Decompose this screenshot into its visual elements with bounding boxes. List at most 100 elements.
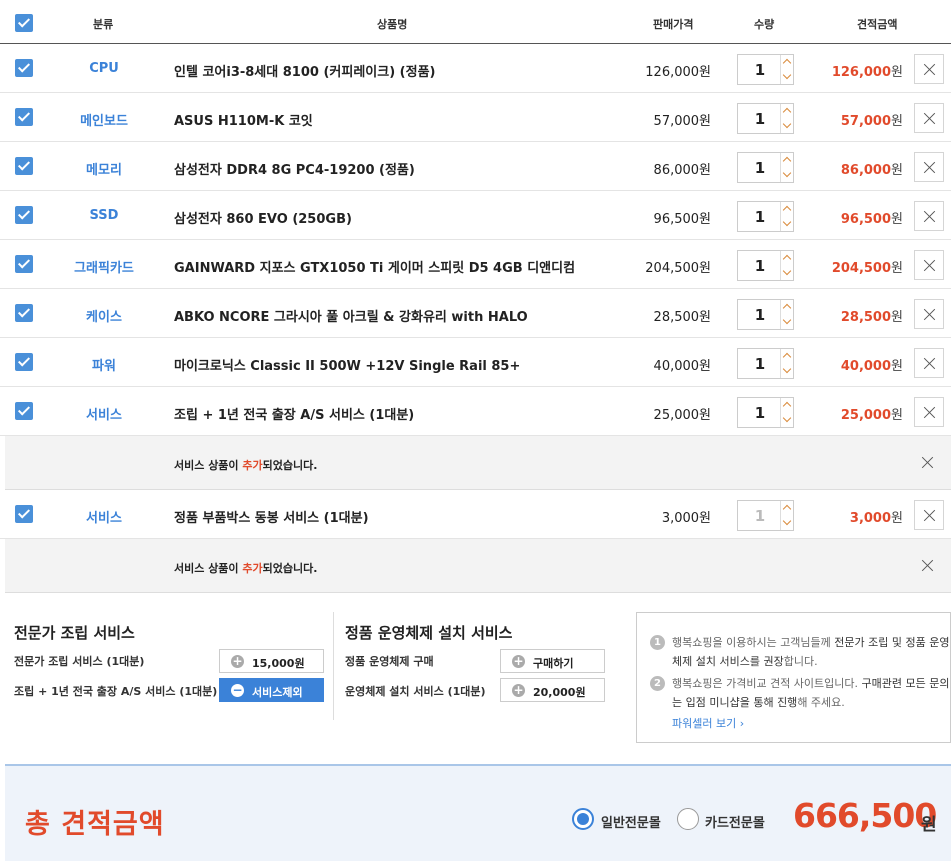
row-total: 204,500원: [831, 261, 903, 276]
general-mall-radio[interactable]: [572, 808, 594, 830]
quantity-stepper[interactable]: 1: [737, 397, 794, 428]
total-label: 총 견적금액: [25, 809, 165, 840]
os-purchase-label: 정품 운영체제 구매: [345, 655, 434, 668]
quantity-stepper[interactable]: 1: [737, 54, 794, 85]
row-product-name[interactable]: GAINWARD 지포스 GTX1050 Ti 게이머 스피릿 D5 4GB 디…: [174, 257, 575, 276]
row-checkbox[interactable]: [15, 304, 33, 322]
buy-os-button[interactable]: + 구매하기: [500, 649, 605, 673]
remove-button[interactable]: [914, 201, 944, 231]
increase-icon[interactable]: [782, 156, 792, 166]
table-row: 케이스 ABKO NCORE 그라시아 풀 아크릴 & 강화유리 with HA…: [0, 289, 951, 338]
row-category: 서비스: [86, 408, 122, 423]
power-seller-link[interactable]: 파워셀러 보기 ›: [672, 715, 744, 731]
decrease-icon[interactable]: [782, 119, 792, 129]
increase-icon[interactable]: [782, 401, 792, 411]
decrease-icon[interactable]: [782, 315, 792, 325]
increase-icon[interactable]: [782, 58, 792, 68]
quantity-value[interactable]: 1: [738, 306, 782, 324]
increase-icon[interactable]: [782, 352, 792, 362]
quantity-value[interactable]: 1: [738, 208, 782, 226]
card-mall-radio[interactable]: [677, 808, 699, 830]
row-total: 126,000원: [831, 65, 903, 80]
row-checkbox[interactable]: [15, 157, 33, 175]
add-assembly-button[interactable]: +15,000원: [219, 649, 324, 673]
quantity-value[interactable]: 1: [738, 355, 782, 373]
plus-icon: +: [231, 654, 244, 668]
quantity-stepper[interactable]: 1: [737, 103, 794, 134]
decrease-icon[interactable]: [782, 217, 792, 227]
decrease-icon[interactable]: [782, 413, 792, 423]
increase-icon[interactable]: [782, 254, 792, 264]
close-icon[interactable]: [920, 558, 936, 574]
quantity-stepper[interactable]: 1: [737, 201, 794, 232]
quantity-stepper[interactable]: 1: [737, 152, 794, 183]
quantity-value[interactable]: 1: [738, 257, 782, 275]
row-checkbox[interactable]: [15, 255, 33, 273]
remove-button[interactable]: [914, 348, 944, 378]
info-box: 1 행복쇼핑을 이용하시는 고객님들께 전문가 조립 및 정품 운영체제 설치 …: [636, 612, 951, 743]
remove-button[interactable]: [914, 152, 944, 182]
row-product-name[interactable]: 인텔 코어i3-8세대 8100 (커피레이크) (정품): [174, 61, 435, 80]
remove-button[interactable]: [914, 103, 944, 133]
decrease-icon[interactable]: [782, 70, 792, 80]
close-icon[interactable]: [920, 455, 936, 471]
row-checkbox[interactable]: [15, 402, 33, 420]
row-price: 204,500원: [645, 261, 711, 276]
row-checkbox[interactable]: [15, 59, 33, 77]
remove-button[interactable]: [914, 299, 944, 329]
remove-button[interactable]: [914, 500, 944, 530]
quantity-stepper[interactable]: 1: [737, 348, 794, 379]
decrease-icon[interactable]: [782, 168, 792, 178]
service-added-notice: 서비스 상품이 추가되었습니다.: [5, 539, 951, 593]
increase-icon[interactable]: [782, 303, 792, 313]
decrease-icon[interactable]: [782, 516, 792, 526]
quantity-stepper[interactable]: 1: [737, 500, 794, 531]
assembly-service-title: 전문가 조립 서비스: [14, 624, 135, 642]
row-price: 86,000원: [653, 163, 711, 178]
notice-message: 서비스 상품이 추가되었습니다.: [174, 459, 318, 472]
card-mall-label[interactable]: 카드전문몰: [705, 812, 765, 831]
decrease-icon[interactable]: [782, 364, 792, 374]
increase-icon[interactable]: [782, 504, 792, 514]
row-price: 25,000원: [653, 408, 711, 423]
row-category: CPU: [89, 61, 119, 76]
add-os-install-button[interactable]: +20,000원: [500, 678, 605, 702]
row-checkbox[interactable]: [15, 206, 33, 224]
exclude-service-button[interactable]: − 서비스제외: [219, 678, 324, 702]
row-product-name[interactable]: ASUS H110M-K 코잇: [174, 110, 313, 129]
row-checkbox[interactable]: [15, 108, 33, 126]
decrease-icon[interactable]: [782, 266, 792, 276]
quantity-value[interactable]: 1: [738, 110, 782, 128]
remove-button[interactable]: [914, 250, 944, 280]
row-product-name[interactable]: 마이크로닉스 Classic II 500W +12V Single Rail …: [174, 355, 520, 374]
row-category: 메모리: [86, 163, 122, 178]
increase-icon[interactable]: [782, 107, 792, 117]
table-row: 그래픽카드 GAINWARD 지포스 GTX1050 Ti 게이머 스피릿 D5…: [0, 240, 951, 289]
row-price: 28,500원: [653, 310, 711, 325]
quantity-value[interactable]: 1: [738, 61, 782, 79]
quantity-value[interactable]: 1: [738, 159, 782, 177]
row-checkbox[interactable]: [15, 353, 33, 371]
row-checkbox[interactable]: [15, 505, 33, 523]
select-all-checkbox[interactable]: [15, 14, 33, 32]
general-mall-label[interactable]: 일반전문몰: [601, 812, 661, 831]
row-product-name[interactable]: 정품 부품박스 동봉 서비스 (1대분): [174, 507, 369, 526]
row-total: 25,000원: [840, 408, 903, 423]
remove-button[interactable]: [914, 397, 944, 427]
row-category: 메인보드: [80, 114, 128, 129]
row-product-name[interactable]: 조립 + 1년 전국 출장 A/S 서비스 (1대분): [174, 404, 414, 423]
quantity-value[interactable]: 1: [738, 507, 782, 525]
row-product-name[interactable]: ABKO NCORE 그라시아 풀 아크릴 & 강화유리 with HALO: [174, 306, 528, 325]
notice-message: 서비스 상품이 추가되었습니다.: [174, 562, 318, 575]
plus-icon: +: [512, 654, 525, 668]
row-product-name[interactable]: 삼성전자 860 EVO (250GB): [174, 208, 352, 227]
increase-icon[interactable]: [782, 205, 792, 215]
service-added-notice: 서비스 상품이 추가되었습니다.: [5, 436, 951, 490]
quantity-stepper[interactable]: 1: [737, 250, 794, 281]
row-product-name[interactable]: 삼성전자 DDR4 8G PC4-19200 (정품): [174, 159, 415, 178]
remove-button[interactable]: [914, 54, 944, 84]
as-service-label: 조립 + 1년 전국 출장 A/S 서비스 (1대분): [14, 685, 218, 698]
quantity-stepper[interactable]: 1: [737, 299, 794, 330]
row-total: 40,000원: [840, 359, 903, 374]
quantity-value[interactable]: 1: [738, 404, 782, 422]
